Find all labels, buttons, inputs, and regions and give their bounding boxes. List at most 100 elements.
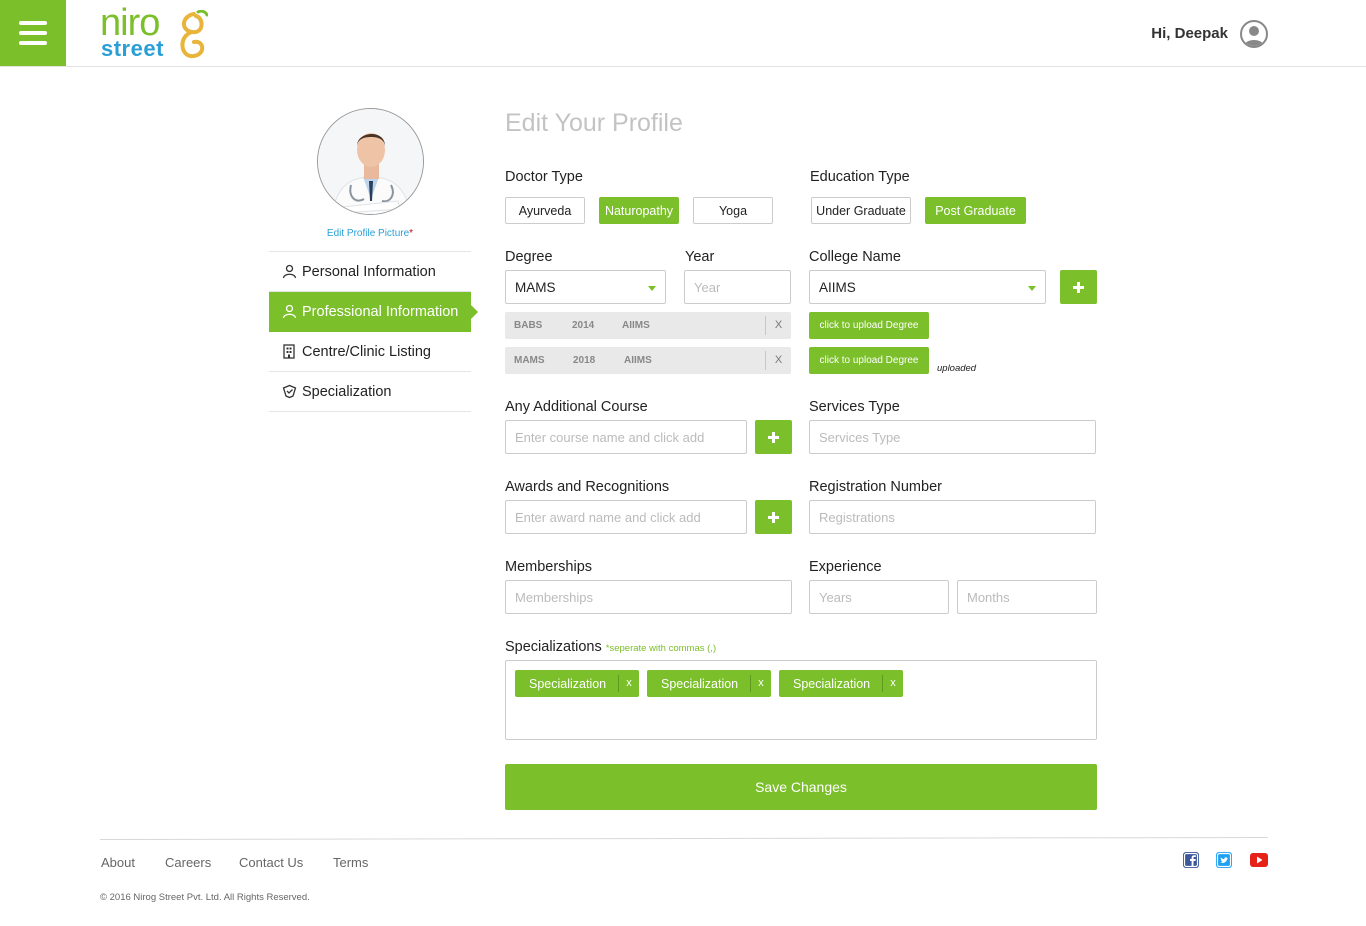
person-icon — [281, 304, 297, 320]
sidebar-item-personal-information[interactable]: Personal Information — [269, 252, 471, 292]
sidebar-item-specialization[interactable]: Specialization — [269, 372, 471, 412]
user-avatar-icon[interactable] — [1240, 20, 1268, 48]
education-post-graduate-button[interactable]: Post Graduate — [925, 197, 1026, 224]
awards-input[interactable]: Enter award name and click add — [505, 500, 747, 534]
degree-entry-row: MAMS 2018 AIIMS X — [505, 347, 791, 374]
remove-tag-button[interactable]: x — [618, 675, 639, 692]
degree-entry-row: BABS 2014 AIIMS X — [505, 312, 791, 339]
college-name-value: AIIMS — [819, 279, 856, 295]
degree-entry-degree: BABS — [514, 320, 543, 331]
education-under-graduate-button[interactable]: Under Graduate — [811, 197, 911, 224]
specialization-tag-label: Specialization — [793, 677, 871, 691]
services-type-placeholder: Services Type — [819, 429, 901, 445]
profile-picture[interactable] — [317, 108, 424, 215]
remove-tag-button[interactable]: x — [882, 675, 903, 692]
specialization-tag: Specialization x — [647, 670, 771, 697]
year-label: Year — [685, 249, 715, 265]
experience-years-input[interactable]: Years — [809, 580, 949, 614]
year-input[interactable]: Year — [684, 270, 791, 304]
footer-link-about[interactable]: About — [101, 855, 135, 870]
registration-placeholder: Registrations — [819, 509, 895, 525]
degree-entry-year: 2014 — [572, 320, 595, 331]
sidebar-item-label: Personal Information — [302, 263, 436, 280]
registration-number-input[interactable]: Registrations — [809, 500, 1096, 534]
additional-course-label: Any Additional Course — [505, 399, 648, 415]
doctor-type-yoga-button[interactable]: Yoga — [693, 197, 773, 224]
doctor-type-ayurveda-button[interactable]: Ayurveda — [505, 197, 585, 224]
experience-months-placeholder: Months — [967, 589, 1010, 605]
degree-entry-college: AIIMS — [624, 355, 652, 366]
upload-degree-button[interactable]: click to upload Degree — [809, 347, 929, 374]
remove-tag-button[interactable]: x — [750, 675, 771, 692]
doctor-type-naturopathy-button[interactable]: Naturopathy — [599, 197, 679, 224]
college-name-select[interactable]: AIIMS — [809, 270, 1046, 304]
memberships-placeholder: Memberships — [515, 589, 594, 605]
specialization-tag-label: Specialization — [661, 677, 739, 691]
nirog-street-logo[interactable]: niro street — [100, 4, 210, 62]
profile-sections-nav: Personal Information Professional Inform… — [269, 251, 478, 412]
specializations-hint: *seperate with commas (,) — [605, 643, 717, 654]
experience-months-input[interactable]: Months — [957, 580, 1097, 614]
add-course-button[interactable] — [755, 420, 792, 454]
top-header: niro street Hi, Deepak — [0, 0, 1366, 67]
degree-entry-college: AIIMS — [622, 320, 650, 331]
specialization-tag: Specialization x — [779, 670, 903, 697]
chevron-down-icon — [648, 286, 656, 291]
awards-placeholder: Enter award name and click add — [515, 509, 701, 525]
degree-value: MAMS — [515, 279, 556, 295]
additional-course-input[interactable]: Enter course name and click add — [505, 420, 747, 454]
chevron-down-icon — [1028, 286, 1036, 291]
footer-divider — [100, 836, 1269, 841]
required-mark: * — [409, 228, 414, 239]
youtube-icon[interactable] — [1250, 853, 1268, 867]
building-icon — [281, 344, 297, 360]
additional-course-placeholder: Enter course name and click add — [515, 429, 705, 445]
specialization-tag-label: Specialization — [529, 677, 607, 691]
services-type-label: Services Type — [809, 399, 900, 415]
memberships-input[interactable]: Memberships — [505, 580, 792, 614]
specialization-tag: Specialization x — [515, 670, 639, 697]
add-award-button[interactable] — [755, 500, 792, 534]
education-type-label: Education Type — [810, 169, 910, 185]
uploaded-status: uploaded — [937, 363, 977, 374]
badge-icon — [281, 384, 297, 400]
sidebar-item-label: Specialization — [302, 383, 392, 400]
awards-label: Awards and Recognitions — [505, 479, 670, 495]
edit-profile-picture-link[interactable]: Edit Profile Picture* — [269, 228, 471, 239]
footer-link-contact-us[interactable]: Contact Us — [239, 855, 303, 870]
memberships-label: Memberships — [505, 559, 593, 575]
logo-leaf-icon — [180, 10, 208, 59]
footer-link-terms[interactable]: Terms — [333, 855, 368, 870]
doctor-portrait-image — [318, 109, 423, 214]
twitter-icon[interactable] — [1216, 852, 1232, 868]
facebook-icon[interactable] — [1183, 852, 1199, 868]
add-degree-button[interactable] — [1060, 270, 1097, 304]
sidebar-item-label: Centre/Clinic Listing — [302, 343, 431, 360]
degree-select[interactable]: MAMS — [505, 270, 666, 304]
year-placeholder: Year — [694, 279, 721, 295]
registration-number-label: Registration Number — [809, 479, 942, 495]
footer-link-careers[interactable]: Careers — [165, 855, 211, 870]
experience-label: Experience — [809, 559, 882, 575]
remove-degree-button[interactable]: X — [765, 351, 791, 370]
user-greeting: Hi, Deepak — [1151, 25, 1228, 42]
degree-label: Degree — [505, 249, 553, 265]
remove-degree-button[interactable]: X — [765, 316, 791, 335]
degree-entry-year: 2018 — [573, 355, 596, 366]
services-type-input[interactable]: Services Type — [809, 420, 1096, 454]
degree-entry-degree: MAMS — [514, 355, 545, 366]
specializations-label: Specializations *seperate with commas (,… — [505, 639, 716, 655]
doctor-type-label: Doctor Type — [505, 169, 583, 185]
upload-degree-button[interactable]: click to upload Degree — [809, 312, 929, 339]
specializations-tag-input[interactable]: Specialization x Specialization x Specia… — [505, 660, 1097, 740]
hamburger-icon[interactable] — [0, 0, 66, 66]
page-title: Edit Your Profile — [505, 109, 683, 137]
sidebar-item-label: Professional Information — [302, 303, 459, 320]
save-changes-button[interactable]: Save Changes — [505, 764, 1097, 810]
experience-years-placeholder: Years — [819, 589, 852, 605]
person-icon — [281, 264, 297, 280]
copyright-text: © 2016 Nirog Street Pvt. Ltd. All Rights… — [100, 892, 310, 903]
sidebar-item-professional-information[interactable]: Professional Information — [269, 292, 478, 332]
logo-text-bottom: street — [101, 36, 164, 61]
sidebar-item-centre-clinic-listing[interactable]: Centre/Clinic Listing — [269, 332, 471, 372]
